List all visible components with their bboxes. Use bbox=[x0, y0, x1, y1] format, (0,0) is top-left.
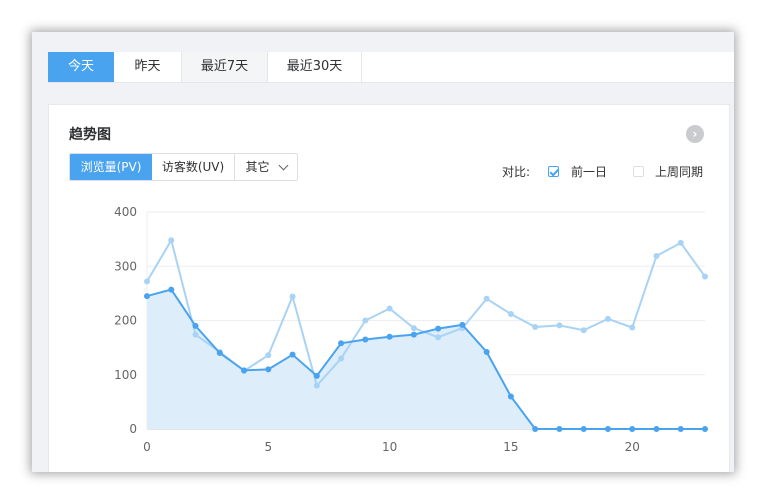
series-today-point bbox=[410, 331, 417, 338]
y-tick-label: 0 bbox=[129, 422, 137, 436]
series-prev-day-point bbox=[386, 305, 393, 312]
tab-yesterday[interactable]: 昨天 bbox=[114, 52, 182, 82]
y-tick-label: 300 bbox=[114, 259, 137, 273]
series-today-point bbox=[435, 325, 442, 332]
date-range-tabs: 今天 昨天 最近7天 最近30天 bbox=[48, 52, 734, 83]
series-today-point bbox=[677, 426, 684, 432]
series-prev-day-point bbox=[556, 322, 563, 329]
series-today-point bbox=[483, 348, 490, 355]
series-prev-day-point bbox=[144, 278, 150, 285]
series-prev-day-point bbox=[629, 324, 636, 331]
series-prev-day-point bbox=[483, 295, 490, 302]
x-tick-label: 0 bbox=[143, 440, 151, 454]
tab-today[interactable]: 今天 bbox=[48, 52, 114, 82]
series-today-point bbox=[532, 426, 539, 432]
series-prev-day-point bbox=[192, 331, 199, 338]
series-today-point bbox=[216, 350, 223, 357]
series-today-point bbox=[507, 393, 514, 400]
trend-chart: 0 100 200 300 400 0 5 10 15 20 bbox=[114, 205, 708, 454]
series-prev-day-point bbox=[289, 293, 296, 300]
series-prev-day-point bbox=[265, 352, 272, 359]
series-prev-day-point bbox=[653, 252, 660, 259]
trend-card: 趋势图 › 浏览量(PV) 访客数(UV) 其它 对比: 前一日 上周同期 01… bbox=[48, 104, 730, 472]
y-tick-label: 100 bbox=[114, 368, 137, 382]
series-today-point bbox=[265, 366, 272, 373]
series-prev-day-point bbox=[507, 310, 514, 317]
series-today-point bbox=[386, 333, 393, 340]
series-today-point bbox=[192, 322, 199, 329]
series-prev-day-point bbox=[677, 239, 684, 246]
series-today-point bbox=[144, 293, 150, 300]
series-today-point bbox=[362, 336, 369, 343]
series-today-point bbox=[556, 426, 563, 432]
series-today-point bbox=[604, 426, 611, 432]
series-prev-day-point bbox=[580, 327, 587, 334]
series-prev-day-point bbox=[313, 382, 320, 389]
series-today-point bbox=[241, 367, 248, 374]
series-today-point bbox=[313, 372, 320, 379]
series-today-point bbox=[338, 340, 345, 347]
x-tick-label: 20 bbox=[625, 440, 640, 454]
y-tick-label: 400 bbox=[114, 205, 137, 219]
series-today-point bbox=[653, 426, 660, 432]
series-today-point bbox=[702, 426, 708, 432]
x-tick-label: 15 bbox=[503, 440, 518, 454]
series-today-point bbox=[289, 351, 296, 358]
series-prev-day-point bbox=[604, 315, 611, 322]
x-tick-label: 10 bbox=[382, 440, 397, 454]
series-prev-day-point bbox=[338, 355, 345, 362]
series-today-point bbox=[580, 426, 587, 432]
tab-last-30-days[interactable]: 最近30天 bbox=[268, 52, 362, 82]
series-today-point bbox=[168, 286, 175, 293]
series-prev-day-point bbox=[435, 334, 442, 341]
series-prev-day-point bbox=[532, 324, 539, 331]
series-today-point bbox=[459, 321, 466, 328]
window-frame: 今天 昨天 最近7天 最近30天 趋势图 › 浏览量(PV) 访客数(UV) 其… bbox=[32, 32, 734, 472]
series-prev-day-point bbox=[362, 317, 369, 324]
series-prev-day-point bbox=[410, 325, 417, 332]
series-today-point bbox=[629, 426, 636, 432]
x-tick-label: 5 bbox=[264, 440, 272, 454]
tab-last-7-days[interactable]: 最近7天 bbox=[182, 52, 268, 82]
series-prev-day-point bbox=[168, 237, 175, 244]
y-tick-label: 200 bbox=[114, 314, 137, 328]
series-prev-day-point bbox=[702, 273, 708, 280]
